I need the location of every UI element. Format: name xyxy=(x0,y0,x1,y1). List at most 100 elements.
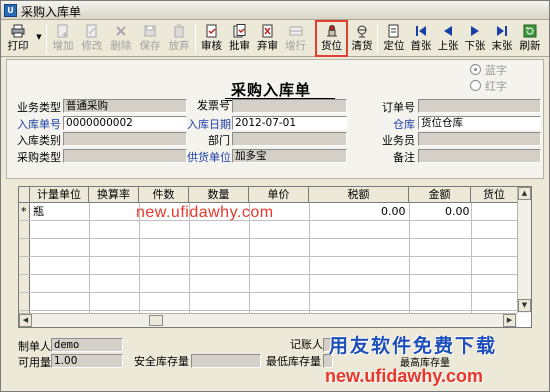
delete-button[interactable]: 删除 xyxy=(107,22,135,55)
min-stock-label: 最低库存量 xyxy=(266,355,321,368)
col-unit[interactable]: 计量单位 xyxy=(30,187,89,203)
cell-amount[interactable]: 0.00 xyxy=(445,203,470,221)
watermark-url-bottom: new.ufidawhy.com xyxy=(325,366,484,386)
radio-red[interactable] xyxy=(470,80,481,91)
supplier-label: 供货单位 xyxy=(187,151,231,164)
table-row[interactable] xyxy=(19,239,517,257)
available-field[interactable]: 1.00 xyxy=(51,354,123,368)
department-label: 部门 xyxy=(208,134,230,147)
inbound-date-field[interactable]: 2012-07-01 xyxy=(232,116,347,130)
audit-button[interactable]: 审核 xyxy=(198,22,225,55)
purchase-type-label: 采购类型 xyxy=(17,151,61,164)
invoice-no-field[interactable] xyxy=(232,99,347,113)
col-quantity[interactable]: 数量 xyxy=(189,187,249,203)
col-amount[interactable]: 金额 xyxy=(409,187,471,203)
edit-icon xyxy=(86,24,97,38)
purchase-inbound-window: U 采购入库单 打印 ▼ 增加 修改 删除 保存 放弃 审核 批审 弃审 增行 … xyxy=(0,0,550,392)
print-dropdown[interactable]: ▼ xyxy=(34,22,44,55)
next-record-button[interactable]: 下张 xyxy=(462,22,488,55)
last-icon xyxy=(497,26,507,36)
cell-unit[interactable]: 瓶 xyxy=(33,203,44,221)
add-row-button[interactable]: 增行 xyxy=(282,22,309,55)
abandon-icon xyxy=(174,24,184,38)
refresh-button[interactable]: 刷新 xyxy=(516,22,544,55)
available-label: 可用量 xyxy=(18,356,51,369)
scroll-left-icon[interactable]: ◀ xyxy=(19,314,32,327)
purchase-type-field[interactable] xyxy=(63,149,187,163)
locate-button[interactable]: 定位 xyxy=(381,22,407,55)
warehouse-field[interactable]: 货位仓库 xyxy=(418,116,541,130)
remark-label: 备注 xyxy=(393,151,415,164)
inbound-category-field[interactable] xyxy=(63,132,187,146)
safety-stock-label: 安全库存量 xyxy=(134,355,189,368)
table-row[interactable] xyxy=(19,257,517,275)
inbound-no-field[interactable]: 0000000002 xyxy=(63,116,187,130)
cell-tax[interactable]: 0.00 xyxy=(381,203,406,221)
abandon-button[interactable]: 放弃 xyxy=(165,22,193,55)
first-record-button[interactable]: 首张 xyxy=(408,22,434,55)
discard-button[interactable]: 弃审 xyxy=(254,22,281,55)
last-record-button[interactable]: 末张 xyxy=(489,22,515,55)
first-icon xyxy=(416,26,426,36)
remark-field[interactable] xyxy=(418,149,541,163)
table-row[interactable] xyxy=(19,221,517,239)
save-icon xyxy=(144,25,156,37)
prev-record-button[interactable]: 上张 xyxy=(435,22,461,55)
col-location[interactable]: 货位 xyxy=(471,187,517,203)
horizontal-scrollbar[interactable]: ◀ ▶ xyxy=(19,313,517,327)
modify-button[interactable]: 修改 xyxy=(78,22,106,55)
clear-stock-icon xyxy=(357,25,367,38)
batch-audit-icon xyxy=(233,24,245,38)
scroll-thumb[interactable] xyxy=(149,315,163,326)
scroll-right-icon[interactable]: ▶ xyxy=(503,314,516,327)
col-tax[interactable]: 税额 xyxy=(309,187,409,203)
bookkeeper-label: 记账人 xyxy=(290,338,323,351)
maker-label: 制单人 xyxy=(18,340,51,353)
maker-field[interactable]: demo xyxy=(51,338,123,352)
prev-icon xyxy=(444,26,452,36)
goods-location-button[interactable]: 货位 xyxy=(315,20,348,57)
col-pieces[interactable]: 件数 xyxy=(139,187,189,203)
table-row[interactable] xyxy=(19,293,517,311)
invoice-no-label: 发票号 xyxy=(197,99,230,112)
toolbar: 打印 ▼ 增加 修改 删除 保存 放弃 审核 批审 弃审 增行 货位 清货 定位… xyxy=(1,20,549,57)
detail-grid: 计量单位 换算率 件数 数量 单价 税额 金额 货位 * 瓶 0.00 0.00… xyxy=(18,186,532,328)
department-field[interactable] xyxy=(232,132,347,146)
print-button[interactable]: 打印 xyxy=(3,22,33,55)
radio-blue[interactable] xyxy=(470,64,481,75)
clear-stock-button[interactable]: 清货 xyxy=(349,22,375,55)
inbound-date-label: 入库日期 xyxy=(187,118,231,131)
printer-icon xyxy=(11,24,25,38)
radio-blue-label: 蓝字 xyxy=(485,64,507,77)
form-header: 蓝字 红字 采购入库单 业务类型 普通采购 发票号 订单号 入库单号 00000… xyxy=(6,59,544,179)
goods-location-icon xyxy=(326,25,337,37)
locate-icon xyxy=(388,24,399,38)
watermark-banner: 用友软件免费下载 xyxy=(329,335,498,357)
delete-icon xyxy=(116,26,126,36)
scroll-down-icon[interactable]: ▼ xyxy=(518,299,531,312)
save-button[interactable]: 保存 xyxy=(136,22,164,55)
business-type-label: 业务类型 xyxy=(17,101,61,114)
col-conversion-rate[interactable]: 换算率 xyxy=(89,187,139,203)
table-row[interactable] xyxy=(19,275,517,293)
batch-audit-button[interactable]: 批审 xyxy=(226,22,253,55)
row-marker: * xyxy=(21,205,27,218)
title-bar: U 采购入库单 xyxy=(1,1,549,20)
window-title: 采购入库单 xyxy=(21,5,82,19)
watermark-url: new.ufidawhy.com xyxy=(136,204,274,221)
salesman-label: 业务员 xyxy=(382,134,415,147)
col-unit-price[interactable]: 单价 xyxy=(249,187,309,203)
next-icon xyxy=(471,26,479,36)
salesman-field[interactable] xyxy=(418,132,541,146)
order-no-field[interactable] xyxy=(418,99,541,113)
vertical-scrollbar[interactable]: ▲ ▼ xyxy=(517,187,531,313)
business-type-field[interactable]: 普通采购 xyxy=(63,99,187,113)
order-no-label: 订单号 xyxy=(382,101,415,114)
safety-stock-field[interactable] xyxy=(191,354,261,368)
scroll-up-icon[interactable]: ▲ xyxy=(518,187,531,200)
app-icon: U xyxy=(4,4,17,17)
supplier-field[interactable]: 加多宝 xyxy=(232,149,347,163)
audit-icon xyxy=(206,24,216,38)
add-doc-icon xyxy=(57,24,68,38)
add-button[interactable]: 增加 xyxy=(49,22,77,55)
